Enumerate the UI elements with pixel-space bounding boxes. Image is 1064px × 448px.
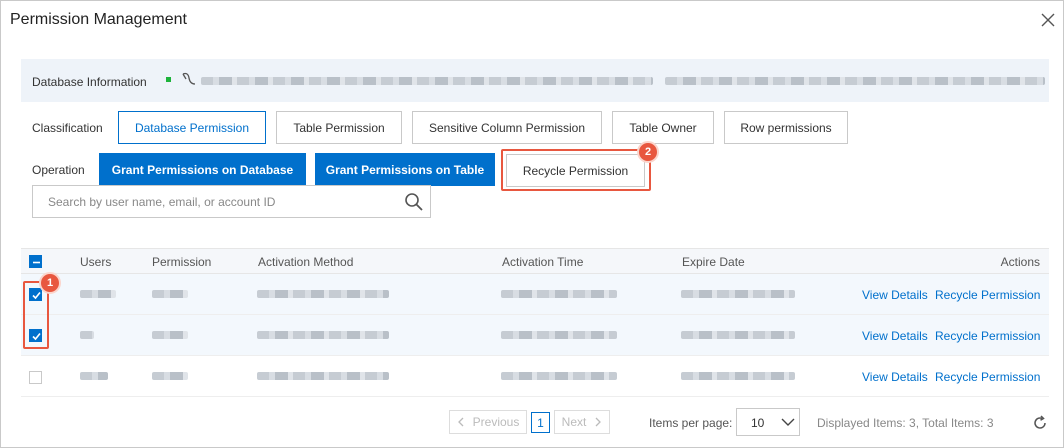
next-page-button[interactable]: Next bbox=[554, 410, 610, 434]
redacted-expire-date bbox=[681, 331, 795, 339]
redacted-permission bbox=[152, 290, 188, 298]
redacted-user bbox=[80, 372, 108, 380]
row-checkbox[interactable] bbox=[29, 288, 42, 301]
grant-database-permission-button[interactable]: Grant Permissions on Database bbox=[99, 153, 306, 186]
previous-page-button[interactable]: Previous bbox=[449, 410, 527, 434]
dialog-title: Permission Management bbox=[10, 11, 187, 28]
table-row: View Details Recycle Permission bbox=[21, 274, 1049, 315]
search-box bbox=[32, 185, 431, 218]
items-per-page-label: Items per page: bbox=[649, 416, 733, 430]
redacted-activation-method bbox=[257, 372, 389, 380]
close-icon[interactable] bbox=[1039, 11, 1057, 29]
view-details-link[interactable]: View Details bbox=[862, 288, 928, 302]
tab-table-owner[interactable]: Table Owner bbox=[612, 111, 714, 144]
chevron-right-icon bbox=[595, 417, 602, 427]
recycle-permission-button[interactable]: Recycle Permission bbox=[506, 154, 645, 187]
recycle-permission-link[interactable]: Recycle Permission bbox=[935, 329, 1040, 343]
redacted-activation-method bbox=[257, 290, 389, 298]
table-row: View Details Recycle Permission bbox=[21, 356, 1049, 397]
column-permission: Permission bbox=[152, 255, 212, 269]
view-details-link[interactable]: View Details bbox=[862, 329, 928, 343]
redacted-activation-time bbox=[501, 331, 617, 339]
tab-database-permission[interactable]: Database Permission bbox=[118, 111, 266, 144]
table-row: View Details Recycle Permission bbox=[21, 315, 1049, 356]
column-activation-time: Activation Time bbox=[502, 255, 584, 269]
redacted-permission bbox=[152, 372, 188, 380]
redacted-permission bbox=[152, 331, 188, 339]
redacted-activation-method bbox=[257, 331, 389, 339]
column-actions: Actions bbox=[1000, 255, 1040, 269]
redacted-expire-date bbox=[681, 290, 795, 298]
redacted-expire-date bbox=[681, 372, 795, 380]
row-checkbox[interactable] bbox=[29, 371, 42, 384]
pagination-summary: Displayed Items: 3, Total Items: 3 bbox=[817, 416, 994, 430]
view-details-link[interactable]: View Details bbox=[862, 370, 928, 384]
current-page-number[interactable]: 1 bbox=[531, 412, 550, 433]
status-dot-icon bbox=[166, 77, 171, 82]
row-checkbox[interactable] bbox=[29, 329, 42, 342]
redacted-user bbox=[80, 331, 94, 339]
operation-label: Operation bbox=[32, 163, 85, 177]
select-all-checkbox[interactable] bbox=[29, 255, 42, 268]
chevron-left-icon bbox=[457, 417, 464, 427]
permission-management-dialog: Permission Management Database Informati… bbox=[0, 0, 1064, 448]
column-expire-date: Expire Date bbox=[682, 255, 745, 269]
permissions-table: Users Permission Activation Method Activ… bbox=[21, 248, 1049, 398]
tab-table-permission[interactable]: Table Permission bbox=[276, 111, 402, 144]
redacted-activation-time bbox=[501, 372, 617, 380]
previous-label: Previous bbox=[472, 415, 520, 429]
items-per-page-value: 10 bbox=[751, 416, 765, 430]
grant-table-permission-button[interactable]: Grant Permissions on Table bbox=[315, 153, 495, 186]
table-header: Users Permission Activation Method Activ… bbox=[21, 248, 1049, 274]
next-label: Next bbox=[561, 415, 587, 429]
step1-badge: 1 bbox=[39, 272, 61, 294]
database-info-label: Database Information bbox=[32, 75, 147, 89]
database-info-bar: Database Information bbox=[21, 59, 1049, 102]
step2-badge: 2 bbox=[637, 141, 659, 163]
redacted-activation-time bbox=[501, 290, 617, 298]
classification-label: Classification bbox=[32, 121, 103, 135]
database-type-icon bbox=[181, 72, 197, 89]
tab-row-permissions[interactable]: Row permissions bbox=[724, 111, 848, 144]
items-per-page-select[interactable]: 10 bbox=[736, 408, 800, 436]
recycle-permission-link[interactable]: Recycle Permission bbox=[935, 370, 1040, 384]
column-activation-method: Activation Method bbox=[258, 255, 354, 269]
search-input[interactable] bbox=[33, 186, 393, 217]
column-users: Users bbox=[80, 255, 112, 269]
redacted-connection-string bbox=[201, 77, 653, 85]
recycle-permission-link[interactable]: Recycle Permission bbox=[935, 288, 1040, 302]
redacted-instance-info bbox=[665, 77, 1045, 85]
refresh-icon[interactable] bbox=[1031, 414, 1049, 435]
redacted-user bbox=[80, 290, 116, 298]
chevron-down-icon bbox=[781, 418, 795, 426]
tab-sensitive-column-permission[interactable]: Sensitive Column Permission bbox=[412, 111, 602, 144]
search-icon[interactable] bbox=[404, 192, 424, 215]
